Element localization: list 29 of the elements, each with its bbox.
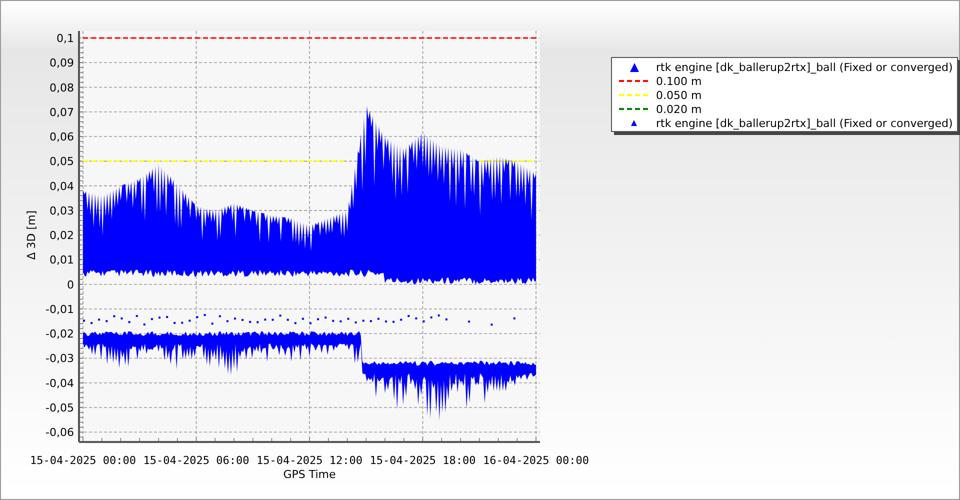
x-tick-label: 15-04-2025 18:00 <box>370 454 476 467</box>
legend-label: 0.100 m <box>656 74 702 88</box>
y-tick-label: 0,08 <box>50 81 74 94</box>
y-tick-label: 0,03 <box>50 204 74 218</box>
x-tick-label: 15-04-2025 00:00 <box>30 454 136 467</box>
x-tick-label: 15-04-2025 12:00 <box>256 454 362 467</box>
y-tick-label: -0,06 <box>46 426 74 440</box>
y-tick-label: -0,03 <box>46 352 74 366</box>
legend-label: 0.050 m <box>656 88 702 102</box>
y-tick-label: 0,01 <box>50 254 74 267</box>
x-axis-title: GPS Time <box>283 468 336 481</box>
legend-label: rtk engine [dk_ballerup2rtx]_ball (Fixed or converged) <box>656 116 953 130</box>
y-tick-label: -0,02 <box>46 328 74 341</box>
y-tick-label: 0,02 <box>50 229 74 242</box>
y-tick-label: 0,06 <box>50 130 74 144</box>
y-axis-title: Δ 3D [m] <box>25 210 38 260</box>
y-tick-label: -0,05 <box>46 402 74 414</box>
y-tick-label: -0,01 <box>46 302 74 316</box>
y-tick-label: 0,04 <box>50 180 74 193</box>
y-tick-label: 0,1 <box>56 32 74 45</box>
legend-label: 0.020 m <box>656 102 702 116</box>
x-tick-label: 16-04-2025 00:00 <box>483 454 589 467</box>
x-tick-label: 15-04-2025 06:00 <box>143 454 250 467</box>
y-tick-label: -0,04 <box>46 376 74 390</box>
legend-label: rtk engine [dk_ballerup2rtx]_ball (Fixed or converged) <box>656 60 953 74</box>
y-tick-label: 0,05 <box>50 155 74 168</box>
y-tick-label: 0,09 <box>50 56 74 70</box>
y-tick-label: 0,07 <box>50 106 74 119</box>
y-tick-label: 0 <box>67 278 74 292</box>
